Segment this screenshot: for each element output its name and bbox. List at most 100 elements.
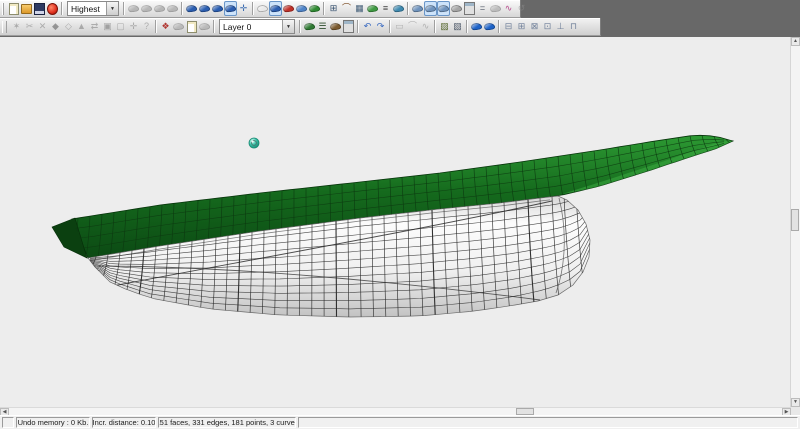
new-layer-panel-icon[interactable]	[185, 19, 198, 34]
scroll-up-button[interactable]: ▲	[791, 37, 800, 46]
anchor-point-icon: ✛	[127, 19, 140, 34]
toolbar-separator	[323, 2, 325, 15]
curvature-icon[interactable]	[366, 1, 379, 16]
hull-green-view-icon[interactable]	[308, 1, 321, 16]
curvature-icon-glyph	[367, 4, 379, 12]
toolbar-separator	[498, 20, 500, 33]
crease-edge-icon[interactable]: ⊥	[554, 19, 567, 34]
hull-green-view-icon-glyph	[309, 4, 321, 12]
stations-icon[interactable]	[411, 1, 424, 16]
solid-mode-icon-glyph	[141, 4, 153, 12]
new-model-icon[interactable]	[7, 1, 20, 16]
add-face-icon-glyph: ❖	[161, 22, 169, 31]
hull-red-view-icon[interactable]	[282, 1, 295, 16]
waterlines-icon-glyph	[438, 4, 450, 12]
toolbar-separator	[466, 20, 468, 33]
hull-both-sides-view-icon[interactable]	[295, 1, 308, 16]
interior-edges-icon[interactable]: ▦	[353, 1, 366, 16]
anchor-point-icon-glyph: ✛	[130, 22, 138, 31]
zoom-extents-icon[interactable]: ✛	[237, 1, 250, 16]
status-cell-empty	[2, 417, 14, 428]
control-net-icon[interactable]: ⌒	[340, 1, 353, 16]
plan-view-icon[interactable]	[211, 1, 224, 16]
layer-hydrostatics-icon[interactable]	[342, 19, 355, 34]
shell-starboard-icon[interactable]	[483, 19, 496, 34]
undo-icon[interactable]: ↶	[361, 19, 374, 34]
toolbar-separator	[123, 2, 125, 15]
horizontal-scroll-thumb[interactable]	[516, 408, 534, 415]
point-help-icon: ?	[140, 19, 153, 34]
scroll-down-button[interactable]: ▼	[791, 398, 800, 407]
flowlines-icon[interactable]: =	[476, 1, 489, 16]
split-edge-icon[interactable]: ⊞	[515, 19, 528, 34]
control-point-marker[interactable]	[249, 138, 259, 148]
hull-port-view-icon[interactable]	[269, 1, 282, 16]
bodyplan-view-icon[interactable]	[224, 1, 237, 16]
visibility-pattern-icon-glyph: ▨	[440, 22, 449, 31]
swap-orientation-icon-glyph: ⇄	[91, 22, 99, 31]
collapse-edge-icon[interactable]: ⊠	[528, 19, 541, 34]
incr-distance-status: Incr. distance: 0.10	[92, 417, 156, 428]
wireframe-mode-icon	[127, 1, 140, 16]
waterlines-icon[interactable]	[437, 1, 450, 16]
layer-align-icon[interactable]: ☰	[316, 19, 329, 34]
layer-color-icon[interactable]	[329, 19, 342, 34]
perspective-view-icon[interactable]	[185, 1, 198, 16]
zoom-extents-icon-glyph: ✛	[240, 4, 248, 13]
save-model-icon-glyph	[34, 3, 45, 15]
add-face-icon[interactable]: ❖	[159, 19, 172, 34]
zebra-shading-mode-icon-glyph	[167, 4, 179, 12]
hydrostatics-icon[interactable]	[463, 1, 476, 16]
lock-points-icon: ▣	[101, 19, 114, 34]
toolbar-grip[interactable]	[2, 3, 4, 15]
shell-port-icon[interactable]	[470, 19, 483, 34]
fair-curve-icon[interactable]: ∿	[502, 1, 515, 16]
open-model-icon-glyph	[21, 4, 32, 14]
layer-auto-group-icon[interactable]	[303, 19, 316, 34]
normals-icon[interactable]	[392, 1, 405, 16]
fair-curve-icon-glyph: ∿	[505, 4, 513, 13]
layer-color-icon-glyph	[330, 22, 342, 30]
visibility-pattern-icon[interactable]: ▨	[438, 19, 451, 34]
extrude-edge-icon[interactable]: ⊟	[502, 19, 515, 34]
toolbar-separator	[299, 20, 301, 33]
collapse-point-icon-glyph: ✂	[26, 22, 34, 31]
insert-edge-icon[interactable]: ⊡	[541, 19, 554, 34]
toolbar-grip[interactable]	[2, 21, 7, 33]
buttocks-icon[interactable]	[424, 1, 437, 16]
collapse-edge-icon-glyph: ⊠	[531, 22, 539, 31]
redo-icon[interactable]: ↷	[374, 19, 387, 34]
status-bar: Undo memory : 0 Kb. Incr. distance: 0.10…	[0, 415, 800, 429]
chevron-down-icon[interactable]: ▼	[106, 2, 118, 15]
chevron-down-icon[interactable]: ▼	[282, 20, 294, 33]
panel-lines-icon[interactable]: ≡	[379, 1, 392, 16]
vertical-scroll-thumb[interactable]	[791, 209, 799, 231]
scrollbar-corner	[791, 407, 800, 415]
horizontal-scrollbar[interactable]: ◀ ▶	[0, 407, 791, 415]
swap-orientation-icon: ⇄	[88, 19, 101, 34]
app-logo-icon[interactable]	[46, 1, 59, 16]
grid-icon[interactable]: ⊞	[327, 1, 340, 16]
plane-intersection-icon: ◆	[49, 19, 62, 34]
open-model-icon[interactable]	[20, 1, 33, 16]
diagonals-icon[interactable]	[450, 1, 463, 16]
hull-wide-view-icon[interactable]	[256, 1, 269, 16]
toolbar-separator	[407, 2, 409, 15]
precision-select[interactable]: Highest▼	[67, 1, 119, 16]
profile-view-icon[interactable]	[198, 1, 211, 16]
redo-icon-glyph: ↷	[377, 22, 385, 31]
edge-mode-icon[interactable]: ⊓	[567, 19, 580, 34]
panel-lines-icon-glyph: ≡	[383, 4, 388, 13]
insert-curve-icon-glyph: ⌒	[408, 22, 417, 31]
layer-select[interactable]: Layer 0▼	[219, 19, 295, 34]
collapse-point-icon: ✂	[23, 19, 36, 34]
profile-view-icon-glyph	[199, 4, 211, 12]
viewport-3d[interactable]: ▲ ▼	[0, 37, 800, 407]
save-model-icon[interactable]	[33, 1, 46, 16]
hull-wide-view-icon-glyph	[257, 4, 269, 12]
split-edge-icon-glyph: ⊞	[518, 22, 526, 31]
vertical-scrollbar[interactable]: ▲ ▼	[790, 37, 800, 407]
snap-pattern-icon[interactable]: ▧	[451, 19, 464, 34]
toolbar-dock: Highest▼✛⊞⌒▦≡=∿↺ ✶✂✕◆◇▲⇄▣▢✛?❖Layer 0▼☰↶↷…	[0, 0, 800, 37]
remove-point-icon-glyph: ✕	[39, 22, 47, 31]
